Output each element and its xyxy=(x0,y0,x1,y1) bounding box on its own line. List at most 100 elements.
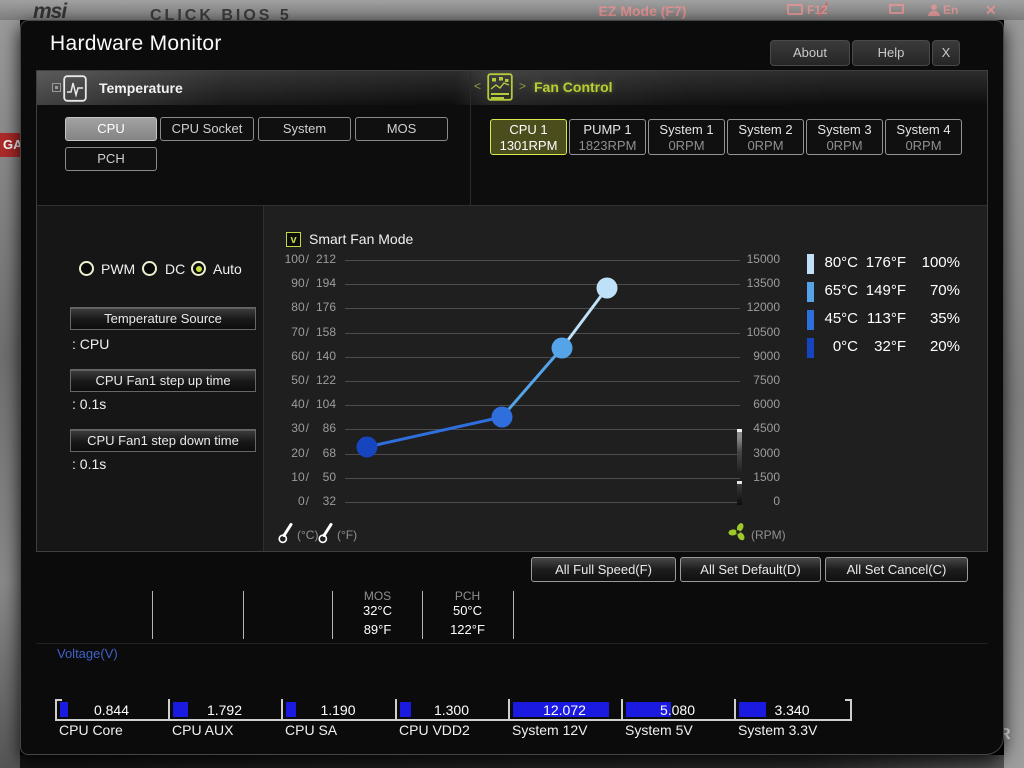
temp-button-pch[interactable]: PCH xyxy=(65,147,157,171)
rpm-unit-label: (RPM) xyxy=(751,528,786,542)
rpm-axis-tick: 4500 xyxy=(753,421,780,436)
temp-axis-tick: 40/104 xyxy=(291,397,336,412)
fan-name: System 1 xyxy=(659,122,714,137)
step-down-time-value: : 0.1s xyxy=(72,456,107,472)
chart-scrollbar-handle-lower[interactable] xyxy=(737,481,742,505)
temp-axis-tick: 10/50 xyxy=(291,469,336,484)
chart-gridline xyxy=(345,502,740,503)
status-pch: PCH 50°C 122°F xyxy=(422,589,513,637)
rpm-axis-tick: 1500 xyxy=(753,469,780,484)
status-pch-name: PCH xyxy=(454,589,481,603)
celsius-unit-label: (°C) xyxy=(297,528,319,542)
voltage-gauge-bracket-stub xyxy=(55,699,62,701)
fan-tab-prev-arrow[interactable]: < xyxy=(474,79,481,93)
help-button[interactable]: Help xyxy=(852,40,930,66)
smart-fan-label: Smart Fan Mode xyxy=(309,231,414,247)
fan-button-system1[interactable]: System 1 0RPM xyxy=(648,119,725,155)
voltage-value: 5.080 xyxy=(659,702,696,718)
voltage-value: 12.072 xyxy=(543,702,586,718)
step-down-time-button[interactable]: CPU Fan1 step down time xyxy=(70,429,256,452)
fan-name: PUMP 1 xyxy=(583,122,632,137)
status-mos-name: MOS xyxy=(363,589,392,603)
voltage-label: System 3.3V xyxy=(738,722,818,738)
temperature-expand-checkbox[interactable] xyxy=(52,83,61,92)
status-pch-celsius: 50°C xyxy=(452,603,483,618)
fan-button-system2[interactable]: System 2 0RPM xyxy=(727,119,804,155)
step-up-time-button[interactable]: CPU Fan1 step up time xyxy=(70,369,256,392)
radio-pwm[interactable] xyxy=(79,261,94,276)
chart-gridline xyxy=(345,356,740,358)
step-up-time-value: : 0.1s xyxy=(72,396,107,412)
rpm-axis-tick: 10500 xyxy=(746,324,780,339)
temp-button-cpu[interactable]: CPU xyxy=(65,117,157,141)
rpm-axis-tick: 15000 xyxy=(746,252,780,266)
rpm-axis-tick: 7500 xyxy=(753,373,780,387)
voltage-gauge-baseline xyxy=(55,719,852,721)
fan-tab-next-arrow[interactable]: > xyxy=(519,79,526,93)
rpm-axis-tick: 6000 xyxy=(753,397,780,412)
fan-button-pump1[interactable]: PUMP 1 1823RPM xyxy=(569,119,646,155)
bios-close-icon[interactable]: ✕ xyxy=(985,2,997,19)
rpm-axis-tick: 0 xyxy=(773,494,780,508)
setpoint-row: 0°C 32°F 20% xyxy=(796,336,976,360)
radio-dc[interactable] xyxy=(142,261,157,276)
fan-button-cpu1[interactable]: CPU 1 1301RPM xyxy=(490,119,567,155)
fan-button-system4[interactable]: System 4 0RPM xyxy=(885,119,962,155)
close-button[interactable]: X xyxy=(932,40,960,66)
about-button[interactable]: About xyxy=(770,40,850,66)
tab-temperature[interactable]: Temperature xyxy=(99,80,183,96)
fahrenheit-unit-label: (°F) xyxy=(337,528,358,542)
language-label[interactable]: En xyxy=(943,3,958,17)
setpoint-row: 80°C 176°F 100% xyxy=(796,252,976,276)
temp-button-mos[interactable]: MOS xyxy=(355,117,448,141)
status-mos-celsius: 32°C xyxy=(362,603,393,618)
user-icon[interactable] xyxy=(927,3,941,17)
fan-name: System 2 xyxy=(738,122,793,137)
chart-gridline xyxy=(345,477,740,479)
ez-mode-button[interactable]: EZ Mode (F7) xyxy=(560,3,725,19)
setpoint-fahrenheit: 176°F xyxy=(865,254,906,271)
voltage-gauge-tick xyxy=(281,699,283,719)
voltage-label: CPU VDD2 xyxy=(399,722,470,738)
temp-axis-tick: 90/194 xyxy=(291,276,336,291)
setpoint-percent: 70% xyxy=(929,282,960,299)
fan-curve-point[interactable] xyxy=(491,406,513,428)
setpoint-fahrenheit: 32°F xyxy=(874,338,906,355)
temp-button-cpu-socket[interactable]: CPU Socket xyxy=(160,117,254,141)
monitor-icon[interactable] xyxy=(889,4,904,14)
all-set-cancel-button[interactable]: All Set Cancel(C) xyxy=(825,557,968,582)
chart-gridline xyxy=(345,308,740,310)
radio-dc-label: DC xyxy=(165,261,186,277)
voltage-value: 1.190 xyxy=(320,702,356,718)
window-title: Hardware Monitor xyxy=(50,32,222,55)
chart-scrollbar-handle-upper[interactable] xyxy=(737,429,742,476)
tab-fan-control[interactable]: Fan Control xyxy=(534,79,613,95)
status-pch-fahrenheit: 122°F xyxy=(450,622,485,637)
voltage-label: System 12V xyxy=(512,722,588,738)
rpm-axis-tick: 12000 xyxy=(746,300,780,315)
temperature-source-button[interactable]: Temperature Source xyxy=(70,307,256,330)
setpoint-percent: 100% xyxy=(921,254,960,271)
voltage-gauge-tick xyxy=(734,699,736,719)
voltage-gauge-tick xyxy=(395,699,397,719)
fan-button-system3[interactable]: System 3 0RPM xyxy=(806,119,883,155)
smart-fan-checkbox[interactable]: v xyxy=(286,232,301,247)
voltage-value: 1.792 xyxy=(206,702,243,718)
fan-name: System 3 xyxy=(817,122,872,137)
voltage-title: Voltage(V) xyxy=(57,646,118,661)
fan-name: CPU 1 xyxy=(509,122,548,137)
voltage-value: 0.844 xyxy=(93,702,130,718)
panel-divider-horizontal xyxy=(37,205,987,206)
panel-divider-vertical-top xyxy=(470,72,471,205)
rpm-axis-tick: 13500 xyxy=(746,276,780,291)
temp-button-system[interactable]: System xyxy=(258,117,351,141)
all-full-speed-button[interactable]: All Full Speed(F) xyxy=(531,557,676,582)
fan-curve-point[interactable] xyxy=(356,436,378,458)
all-set-default-button[interactable]: All Set Default(D) xyxy=(680,557,821,582)
radio-auto[interactable] xyxy=(191,261,206,276)
voltage-gauge-tick xyxy=(621,699,623,719)
fan-curve-point[interactable] xyxy=(551,337,573,359)
background-bottom-strip xyxy=(20,755,1004,768)
screenshot-icon[interactable] xyxy=(787,4,803,15)
fan-curve-point[interactable] xyxy=(596,277,618,299)
